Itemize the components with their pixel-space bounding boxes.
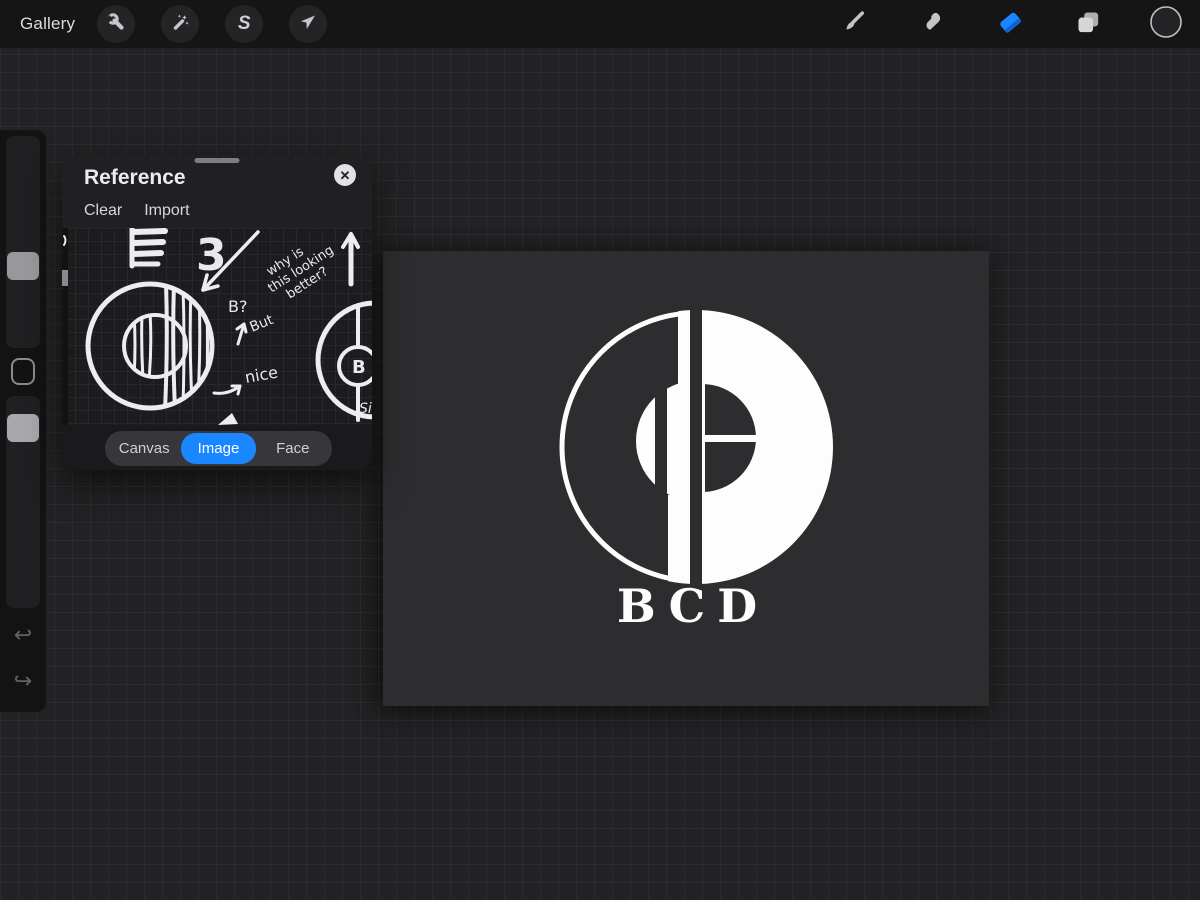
sketch-b-letter: B bbox=[352, 357, 366, 378]
tab-face[interactable]: Face bbox=[256, 433, 330, 464]
reference-tab-bar: Canvas Image Face bbox=[62, 425, 372, 470]
transform-button[interactable] bbox=[289, 5, 327, 43]
eraser-icon bbox=[996, 8, 1024, 41]
s-ribbon-icon: S bbox=[238, 13, 251, 35]
modify-button[interactable] bbox=[11, 358, 35, 385]
adjustments-button[interactable] bbox=[161, 5, 199, 43]
brush-size-slider[interactable] bbox=[6, 136, 40, 348]
clear-button[interactable]: Clear bbox=[84, 202, 122, 220]
smudge-finger-icon bbox=[919, 9, 945, 40]
reference-image[interactable]: 3 why is this looking better? B? But nic… bbox=[62, 228, 372, 425]
close-icon[interactable]: ✕ bbox=[334, 164, 356, 186]
undo-button[interactable]: ↩ bbox=[0, 620, 46, 654]
reference-panel: Reference ✕ Clear Import bbox=[62, 155, 372, 470]
brush-size-thumb[interactable] bbox=[7, 252, 39, 280]
panel-drag-handle[interactable] bbox=[195, 158, 240, 163]
redo-button[interactable]: ↪ bbox=[0, 666, 46, 700]
smudge-tool-button[interactable] bbox=[906, 0, 958, 48]
color-tool-button[interactable] bbox=[1140, 0, 1192, 48]
color-swatch-icon bbox=[1149, 5, 1183, 44]
layers-tool-button[interactable] bbox=[1062, 0, 1114, 48]
sketch-b-question: B? bbox=[228, 297, 247, 316]
sketch-s-label: Si bbox=[359, 401, 372, 417]
sketch-handwriting: why is this looking better? bbox=[257, 230, 344, 309]
import-button[interactable]: Import bbox=[144, 202, 189, 220]
drawing-canvas[interactable]: BCD bbox=[383, 251, 989, 706]
brush-sidebar: ↩ ↪ bbox=[0, 130, 46, 712]
layers-icon bbox=[1074, 8, 1102, 41]
logo-wordmark: BCD bbox=[617, 579, 769, 633]
paint-tools-group bbox=[828, 0, 1200, 48]
bcd-logo-artwork: BCD bbox=[383, 251, 989, 706]
top-toolbar: Gallery S bbox=[0, 0, 1200, 48]
sketch-edge-strip bbox=[62, 228, 68, 425]
sketch-but: But bbox=[248, 312, 277, 336]
reference-segmented-control: Canvas Image Face bbox=[105, 431, 332, 466]
brush-icon bbox=[841, 9, 867, 40]
gallery-button[interactable]: Gallery bbox=[20, 14, 75, 34]
wrench-icon bbox=[106, 12, 126, 37]
tab-image[interactable]: Image bbox=[181, 433, 255, 464]
selection-button[interactable]: S bbox=[225, 5, 263, 43]
sketch-nice: nice bbox=[243, 362, 279, 386]
tab-canvas[interactable]: Canvas bbox=[107, 433, 181, 464]
arrow-cursor-icon bbox=[298, 12, 318, 37]
reference-panel-title: Reference bbox=[84, 166, 186, 190]
brush-opacity-thumb[interactable] bbox=[7, 414, 39, 442]
brush-tool-button[interactable] bbox=[828, 0, 880, 48]
magic-wand-icon bbox=[170, 12, 190, 37]
actions-button[interactable] bbox=[97, 5, 135, 43]
sketch-numeral: 3 bbox=[196, 230, 227, 281]
eraser-tool-button[interactable] bbox=[984, 0, 1036, 48]
